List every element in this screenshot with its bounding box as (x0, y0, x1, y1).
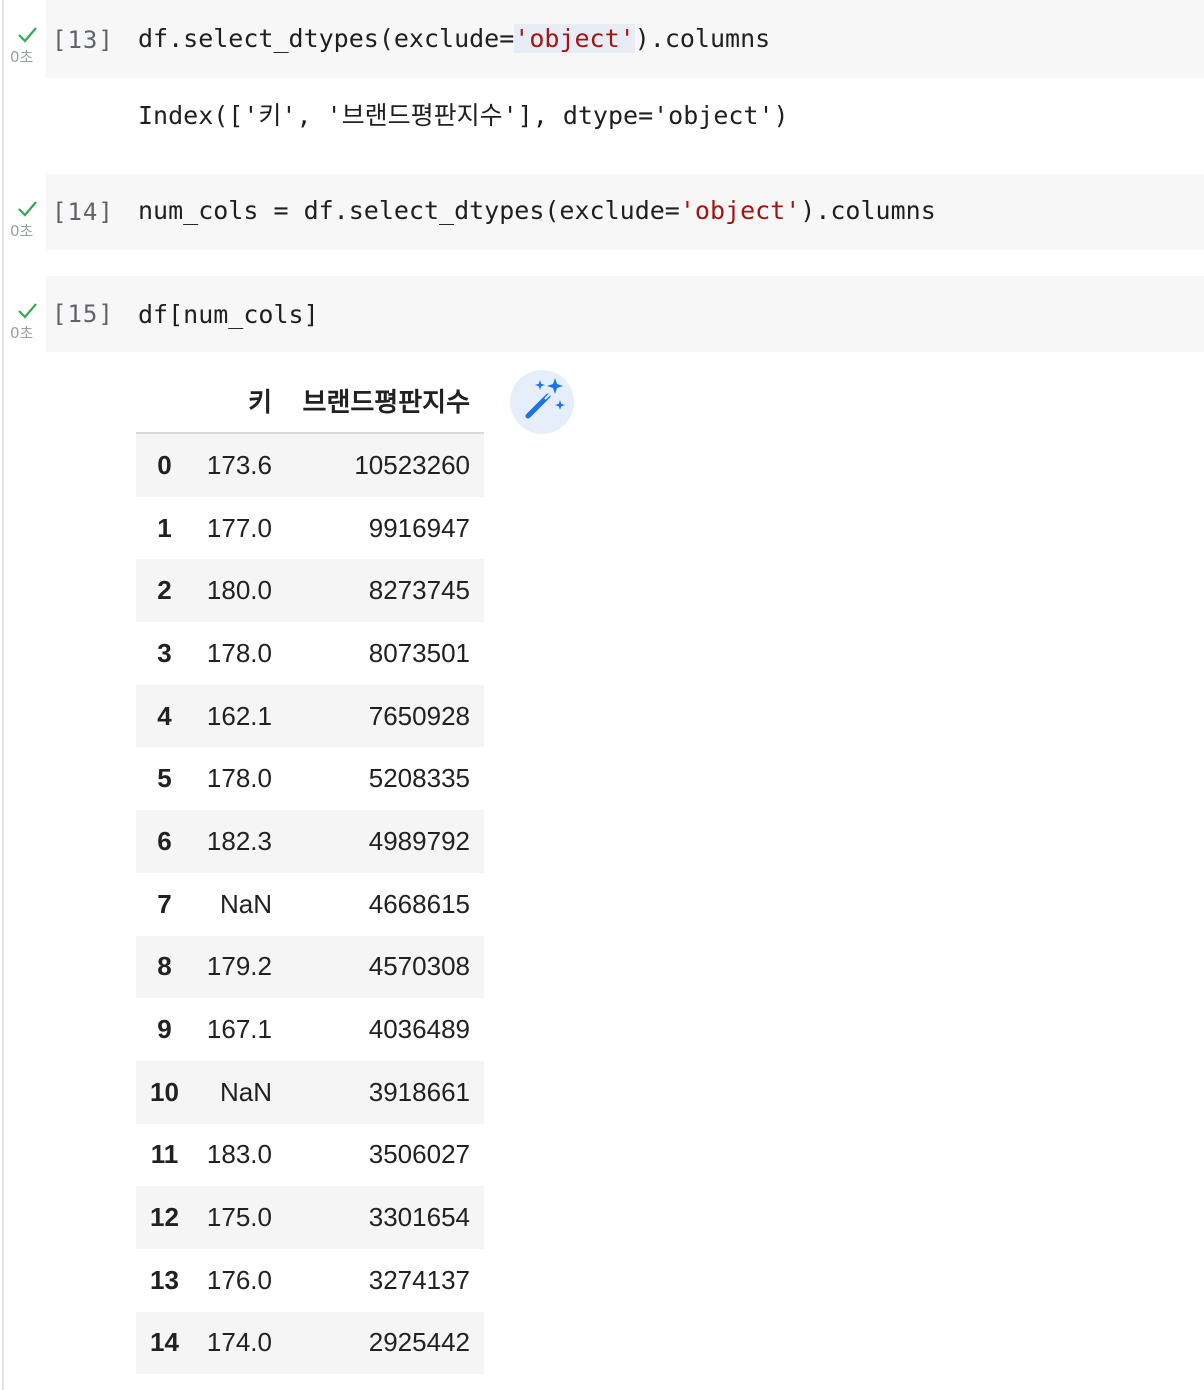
table-row: 7 NaN 4668615 (136, 873, 484, 936)
cell-brand-index: 4036489 (368, 1014, 470, 1045)
cell-height: 182.3 (206, 825, 272, 856)
code-line[interactable]: num_cols = df.select_dtypes(exclude='obj… (138, 196, 936, 225)
cell-gutter: 0초 (4, 24, 48, 74)
row-index: 2 (157, 575, 172, 606)
code-text: num_cols = df.select_dtypes(exclude= (138, 196, 680, 225)
cell-height: 176.0 (206, 1264, 272, 1295)
code-cell-14[interactable]: 0초 [14] num_cols = df.select_dtypes(excl… (0, 174, 1204, 252)
execution-count: [14] (52, 198, 114, 226)
cell-gutter: 0초 (4, 300, 48, 350)
code-text: ).columns (800, 196, 936, 225)
table-row: 8 179.2 4570308 (136, 935, 484, 999)
cell-brand-index: 3918661 (368, 1076, 470, 1107)
cell-height: 174.0 (206, 1327, 272, 1358)
row-index: 12 (150, 1202, 179, 1233)
code-text: ).columns (634, 24, 771, 53)
cell-height: 177.0 (206, 512, 272, 543)
cell-height: 178.0 (206, 763, 272, 794)
execution-time: 0초 (10, 324, 34, 342)
cell-brand-index: 7650928 (368, 700, 470, 731)
row-index: 6 (157, 825, 172, 856)
cell-height: 183.0 (206, 1139, 272, 1170)
cell-height: 173.6 (206, 449, 272, 480)
cell-brand-index: 3301654 (368, 1202, 470, 1233)
code-text: df.select_dtypes(exclude= (138, 24, 515, 53)
row-index: 3 (157, 637, 172, 668)
cell-brand-index: 9916947 (368, 512, 470, 543)
execution-count: [15] (52, 300, 114, 328)
cell-brand-index: 4989792 (368, 825, 470, 856)
cell-height: NaN (219, 888, 272, 919)
cell-height: 175.0 (206, 1202, 272, 1233)
code-string-literal: 'object' (679, 196, 801, 225)
code-line[interactable]: df[num_cols] (138, 300, 319, 329)
cell-output-text: Index(['키', '브랜드평판지수'], dtype='object') (138, 101, 789, 130)
execution-time: 0초 (10, 48, 34, 66)
column-header-height: 키 (192, 368, 286, 434)
cell-height: NaN (219, 1076, 272, 1107)
code-cell-15[interactable]: 0초 [15] df[num_cols] (0, 276, 1204, 354)
cell-brand-index: 3274137 (368, 1264, 470, 1295)
code-string-literal: 'object' (514, 24, 635, 53)
table-row: 6 182.3 4989792 (136, 810, 484, 873)
index-header (136, 368, 193, 434)
check-icon (18, 201, 37, 217)
execution-count: [13] (52, 26, 114, 54)
row-index: 0 (157, 449, 172, 480)
check-icon (18, 303, 37, 319)
table-row: 12 175.0 3301654 (136, 1186, 484, 1249)
code-line[interactable]: df.select_dtypes(exclude='object').colum… (138, 24, 770, 53)
row-index: 4 (157, 700, 172, 731)
cell-brand-index: 5208335 (368, 763, 470, 794)
execution-time: 0초 (10, 222, 34, 240)
cell-height: 180.0 (206, 575, 272, 606)
cell-brand-index: 8273745 (368, 575, 470, 606)
cell-brand-index: 3506027 (368, 1139, 470, 1170)
magic-wand-sparkles-icon (525, 378, 565, 419)
table-row: 10 NaN 3918661 (136, 1060, 484, 1124)
table-row: 1 177.0 9916947 (136, 497, 484, 560)
row-index: 5 (157, 763, 172, 794)
table-row: 0 173.6 10523260 (136, 433, 484, 497)
cell-brand-index: 4668615 (368, 888, 470, 919)
cell-height: 162.1 (206, 700, 272, 731)
cell-height: 167.1 (206, 1014, 272, 1045)
interactive-table-button[interactable] (510, 370, 574, 434)
cell-brand-index: 2925442 (368, 1327, 470, 1358)
row-index: 1 (157, 512, 172, 543)
row-index: 11 (150, 1139, 179, 1170)
row-index: 8 (157, 951, 172, 982)
table-row: 11 183.0 3506027 (136, 1124, 484, 1187)
table-row: 13 176.0 3274137 (136, 1249, 484, 1312)
row-index: 10 (150, 1076, 179, 1107)
row-index: 13 (150, 1264, 179, 1295)
table-header-row: 키 브랜드평판지수 (136, 368, 484, 434)
row-index: 14 (150, 1327, 179, 1358)
dataframe-table: 키 브랜드평판지수 0 173.6 10523260 1 177.0 9916947 2 18… (136, 368, 484, 1375)
row-index: 9 (157, 1014, 172, 1045)
cell-brand-index: 8073501 (368, 637, 470, 668)
table-body: 0 173.6 10523260 1 177.0 9916947 2 180.0 8273745… (136, 433, 484, 1375)
cell-brand-index: 4570308 (368, 951, 470, 982)
table-row: 4 162.1 7650928 (136, 684, 484, 748)
table-row: 5 178.0 5208335 (136, 747, 484, 810)
cell-gutter: 0초 (4, 198, 48, 248)
check-icon (18, 27, 37, 43)
column-header-brand-index: 브랜드평판지수 (286, 368, 484, 434)
cell-height: 178.0 (206, 637, 272, 668)
row-index: 7 (157, 888, 172, 919)
table-row: 2 180.0 8273745 (136, 559, 484, 623)
table-row: 14 174.0 2925442 (136, 1311, 484, 1375)
table-row: 3 178.0 8073501 (136, 622, 484, 685)
cell-height: 179.2 (206, 951, 272, 982)
cell-brand-index: 10523260 (354, 449, 470, 480)
code-cell-13[interactable]: 0초 [13] df.select_dtypes(exclude='object… (0, 0, 1204, 160)
table-row: 9 167.1 4036489 (136, 998, 484, 1061)
